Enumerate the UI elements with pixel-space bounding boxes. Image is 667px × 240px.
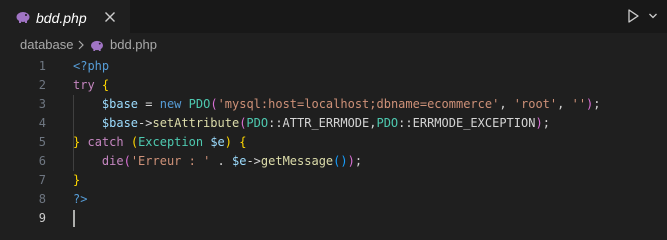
code-token: $base [101, 116, 139, 130]
code-line[interactable]: 4 $base->setAttribute(PDO::ATTR_ERRMODE,… [0, 114, 667, 133]
line-number: 7 [38, 173, 46, 187]
code-line[interactable]: 6 die('Erreur : ' . $e->getMessage()); [0, 152, 667, 171]
code-text: } catch (Exception $e) { [73, 133, 246, 152]
code-token: die [101, 154, 124, 168]
code-line[interactable]: 8 ?> [0, 190, 667, 209]
code-token: $e [232, 154, 247, 168]
code-text: try { [73, 76, 109, 95]
code-token: , [557, 97, 572, 111]
code-token: { [101, 78, 110, 92]
code-text: $base->setAttribute(PDO::ATTR_ERRMODE,PD… [73, 114, 550, 133]
code-token: -> [246, 154, 261, 168]
line-number: 1 [38, 59, 46, 73]
code-token: 'mysql:host=localhost;dbname=ecommerce' [217, 97, 500, 111]
line-number: 8 [38, 192, 46, 206]
code-token: ( [123, 154, 131, 168]
code-token: Exception [138, 135, 204, 149]
code-token: try [73, 78, 95, 92]
php-elephant-icon [16, 12, 30, 23]
breadcrumb: database bdd.php [0, 33, 667, 55]
line-number: 4 [38, 116, 46, 130]
line-number: 6 [38, 154, 46, 168]
code-token: $e [210, 135, 225, 149]
code-token: PDO [376, 116, 399, 130]
code-token: PDO [188, 97, 211, 111]
code-token: -> [138, 116, 153, 130]
text-cursor [73, 210, 75, 227]
code-token: getMessage [260, 154, 334, 168]
code-token: 'root' [513, 97, 558, 111]
code-token: 'Erreur : ' [130, 154, 211, 168]
tab-title: bdd.php [36, 10, 87, 26]
code-editor[interactable]: 1 <?php 2 try {3 $base = new PDO('mysql:hos… [0, 55, 667, 236]
code-line[interactable]: 9 [0, 209, 667, 228]
code-line[interactable]: 7} [0, 171, 667, 190]
code-line[interactable]: 1 <?php [0, 57, 667, 76]
code-token: = [138, 97, 160, 111]
code-token: ) [340, 154, 348, 168]
php-elephant-icon [91, 40, 103, 51]
tab-bar: bdd.php [0, 0, 667, 33]
code-token: $base [101, 97, 139, 111]
code-token: ::ATTR_ERRMODE, [268, 116, 377, 130]
breadcrumb-folder[interactable]: database [20, 37, 74, 52]
code-token: <?php [73, 59, 110, 73]
breadcrumb-file[interactable]: bdd.php [110, 37, 157, 52]
code-text: } [73, 171, 80, 190]
run-icon[interactable] [625, 8, 641, 24]
chevron-right-icon [78, 40, 84, 50]
line-number: 5 [38, 135, 46, 149]
code-line[interactable]: 3 $base = new PDO('mysql:host=localhost;… [0, 95, 667, 114]
code-text: <?php [73, 57, 109, 76]
code-token: '' [571, 97, 587, 111]
close-icon[interactable] [102, 9, 118, 25]
code-token: ) [224, 135, 233, 149]
code-token: ( [130, 135, 139, 149]
code-text: $base = new PDO('mysql:host=localhost;db… [73, 95, 601, 114]
code-line[interactable]: 2 try { [0, 76, 667, 95]
code-token: new [159, 97, 182, 111]
code-token: . [210, 154, 232, 168]
code-token: , [499, 97, 514, 111]
code-line[interactable]: 5 } catch (Exception $e) { [0, 133, 667, 152]
code-token: setAttribute [152, 116, 240, 130]
code-token: catch [87, 135, 124, 149]
line-number: 9 [38, 211, 46, 225]
line-number: 3 [38, 97, 46, 111]
code-token: ::ERRMODE_EXCEPTION [398, 116, 536, 130]
tab-bdd-php[interactable]: bdd.php [0, 0, 130, 33]
code-text: ?> [73, 190, 87, 209]
code-token: ; [354, 154, 363, 168]
code-token: ) [535, 116, 543, 130]
indent-guide [73, 95, 74, 171]
code-token: PDO [246, 116, 269, 130]
code-token: ?> [73, 192, 88, 206]
code-token: ) [347, 154, 355, 168]
chevron-down-icon[interactable] [648, 11, 658, 21]
code-token: ; [593, 97, 601, 111]
code-text: die('Erreur : ' . $e->getMessage()); [73, 152, 362, 171]
code-token: ; [542, 116, 550, 130]
code-token: } [73, 173, 81, 187]
line-number: 2 [38, 78, 46, 92]
code-token: ( [210, 97, 218, 111]
code-token: { [239, 135, 247, 149]
